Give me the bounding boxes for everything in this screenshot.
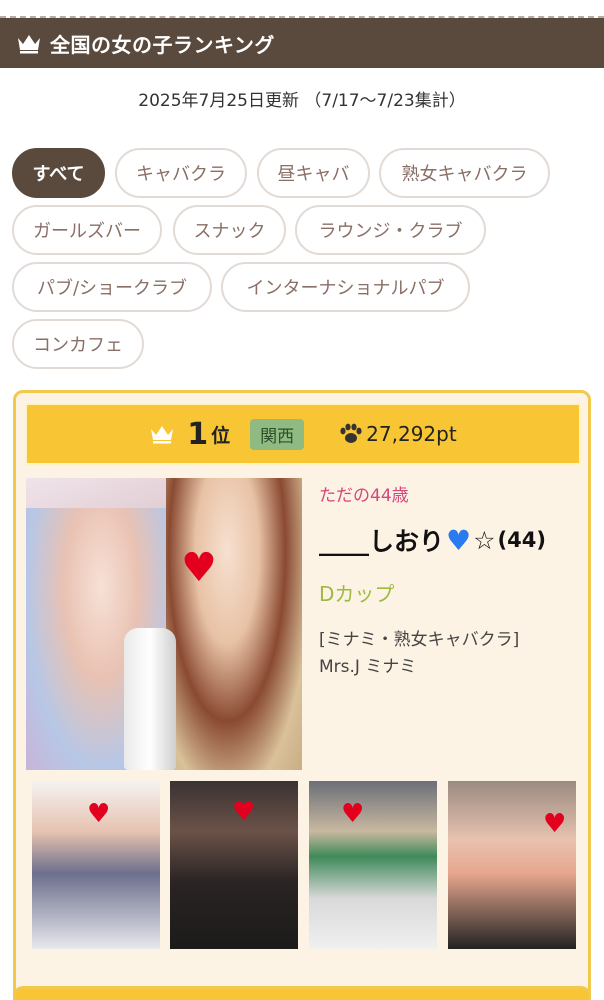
filter-chip-girls-bar[interactable]: ガールズバー [12,205,162,255]
filter-chip-cabaret[interactable]: キャバクラ [115,148,247,198]
filter-chip-snack[interactable]: スナック [173,205,286,255]
blue-heart-icon: ♥ [446,523,472,557]
rank-number: 1 [187,416,209,452]
updated-date: 2025年7月25日更新 （7/17〜7/23集計） [138,91,466,111]
thumbnail-1[interactable]: ♥ [32,781,160,949]
paw-icon [340,423,362,443]
filter-chip-pub-show-club[interactable]: パブ/ショークラブ [12,262,212,312]
heart-sticker-icon: ♥ [341,799,365,829]
photo-person-right [166,478,302,770]
heart-sticker-icon: ♥ [232,797,256,827]
ranking-card[interactable]: 1 位 関西 27,292pt ♥ ただの44歳 ____しおり ♥ ☆ (44… [13,390,591,1000]
shop-category: [ミナミ・熟女キャバクラ] [319,630,520,650]
crown-icon [151,426,174,444]
profile-info: ただの44歳 ____しおり ♥ ☆ (44) Dカップ [ミナミ・熟女キャバク… [319,481,579,681]
catch-copy: ただの44歳 [319,486,409,506]
shop-name: Mrs.J ミナミ [319,657,417,678]
girl-name: ____しおり [319,527,445,556]
main-photo[interactable]: ♥ [26,478,302,770]
filter-chip-international-pub[interactable]: インターナショナルパブ [221,262,470,312]
thumbnail-3[interactable]: ♥ [309,781,437,949]
filter-chip-lounge-club[interactable]: ラウンジ・クラブ [295,205,486,255]
thumbnail-4[interactable]: ♥ [448,781,576,949]
filter-chip-all[interactable]: すべて [12,148,105,198]
region-badge: 関西 [250,418,305,450]
top-strip [0,0,604,18]
section-header: 全国の女の子ランキング [0,18,604,68]
heart-sticker-icon: ♥ [87,799,111,829]
thumbnail-gallery: ♥ ♥ ♥ ♥ [32,781,578,951]
girl-age: (44) [497,528,546,552]
page-title: 全国の女の子ランキング [50,32,275,57]
girl-name-row[interactable]: ____しおり ♥ ☆ (44) [319,522,579,558]
filter-chip-day-cabaret[interactable]: 昼キャバ [257,148,370,198]
heart-sticker-icon: ♥ [543,809,567,839]
heart-sticker-icon: ♥ [181,545,217,591]
crown-icon [18,35,40,54]
filter-chip-mature-cabaret[interactable]: 熟女キャバクラ [379,148,550,198]
points: 27,292pt [366,422,457,446]
rank-header: 1 位 関西 27,292pt [25,403,581,465]
photo-bottle [124,628,176,770]
rank-unit: 位 [211,424,231,447]
thumbnail-2[interactable]: ♥ [170,781,298,949]
next-ranking-card-edge [13,986,591,1000]
shop-info[interactable]: [ミナミ・熟女キャバクラ] Mrs.J ミナミ [319,627,579,681]
cup-size: Dカップ [319,582,395,606]
name-suffix: ☆ [473,525,496,555]
filter-chip-concept-cafe[interactable]: コンカフェ [12,319,144,369]
